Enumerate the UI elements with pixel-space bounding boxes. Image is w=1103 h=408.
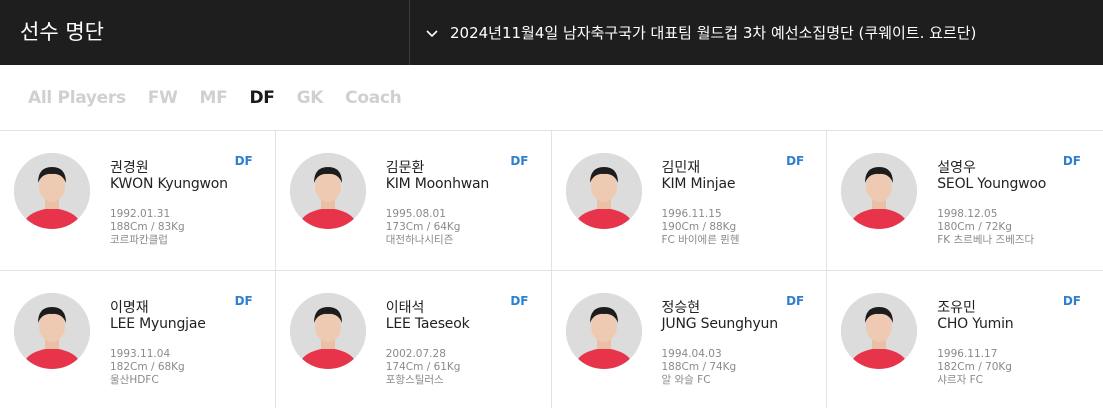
player-card[interactable]: DF 김문환 KIM Moonhwan 1995.08.01 173Cm / 6… [275,131,552,271]
player-korean-name: 이태석 [385,300,425,316]
player-card[interactable]: DF 이명재 LEE Myungjae 1993.11.04 182Cm / 6… [0,271,276,408]
player-korean-name: 설영우 [937,160,976,176]
player-club: 샤르자 FC [937,374,983,386]
player-card[interactable]: DF 정승현 JUNG Seunghyun 1994.04.03 188Cm /… [552,271,828,408]
tab-df[interactable]: DF [249,88,274,108]
player-height-weight: 174Cm / 61Kg [385,361,461,373]
player-english-name: KIM Moonhwan [385,176,490,192]
player-photo [841,293,918,369]
player-club: 포항스틸러스 [385,374,444,386]
position-filter-tabs: All Players FW MF DF GK Coach [0,65,1103,130]
player-photo [289,153,366,229]
tab-mf[interactable]: MF [200,88,228,108]
page-title: 선수 명단 [0,0,410,65]
player-club: 코르파칸클럽 [110,234,168,246]
tab-all-players[interactable]: All Players [28,88,126,108]
position-badge: DF [234,294,253,308]
tab-gk[interactable]: GK [297,88,324,108]
player-height-weight: 188Cm / 74Kg [661,361,737,373]
position-badge: DF [1062,294,1081,308]
player-birthdate: 2002.07.28 [385,348,446,360]
tab-coach[interactable]: Coach [345,88,402,108]
position-badge: DF [786,154,805,168]
player-english-name: KWON Kyungwon [110,176,228,192]
position-badge: DF [510,294,529,308]
player-card[interactable]: DF 권경원 KWON Kyungwon 1992.01.31 188Cm / … [0,131,276,271]
player-card[interactable]: DF 조유민 CHO Yumin 1996.11.17 182Cm / 70Kg… [827,271,1103,408]
position-badge: DF [786,294,805,308]
player-card[interactable]: DF 설영우 SEOL Youngwoo 1998.12.05 180Cm / … [827,131,1103,271]
player-photo [565,293,642,369]
player-info: 1995.08.01 173Cm / 64Kg 대전하나시티즌 [386,208,461,247]
player-birthdate: 1996.11.15 [661,208,722,220]
player-korean-name: 김민재 [661,160,701,176]
position-badge: DF [234,154,253,168]
player-height-weight: 180Cm / 72Kg [937,221,1012,233]
player-club: 알 와슬 FC [661,374,711,386]
player-height-weight: 173Cm / 64Kg [385,221,461,233]
player-photo [14,153,90,229]
player-info: 1992.01.31 188Cm / 83Kg 코르파칸클럽 [110,208,185,247]
chevron-down-icon [424,25,440,41]
player-info: 1996.11.17 182Cm / 70Kg 샤르자 FC [937,348,1012,387]
tab-fw[interactable]: FW [148,88,178,108]
player-club: 대전하나시티즌 [385,234,454,246]
player-club: FK 츠르베나 즈베즈다 [937,234,1035,246]
player-info: 1996.11.15 190Cm / 88Kg FC 바이에른 뮌헨 [662,208,740,247]
player-card[interactable]: DF 이태석 LEE Taeseok 2002.07.28 174Cm / 61… [276,271,552,408]
player-photo [14,293,90,369]
player-height-weight: 182Cm / 70Kg [937,361,1012,373]
squad-selector[interactable]: 2024년11월4일 남자축구국가 대표팀 월드컵 3차 예선소집명단 (쿠웨이… [410,0,1103,65]
player-height-weight: 190Cm / 88Kg [661,221,737,233]
player-card[interactable]: DF 김민재 KIM Minjae 1996.11.15 190Cm / 88K… [551,131,828,271]
player-korean-name: 김문환 [385,160,425,176]
player-korean-name: 조유민 [937,300,976,316]
player-height-weight: 182Cm / 68Kg [110,361,185,373]
player-korean-name: 정승현 [661,300,701,316]
player-birthdate: 1993.11.04 [110,348,171,360]
position-badge: DF [510,154,529,168]
player-photo [565,153,642,229]
player-height-weight: 188Cm / 83Kg [110,221,185,233]
player-birthdate: 1996.11.17 [937,348,998,360]
player-photo [289,293,366,369]
header-bar: 선수 명단 2024년11월4일 남자축구국가 대표팀 월드컵 3차 예선소집명… [0,0,1103,65]
player-korean-name: 권경원 [110,160,149,176]
player-english-name: JUNG Seunghyun [661,316,779,332]
player-info: 1994.04.03 188Cm / 74Kg 알 와슬 FC [662,348,737,387]
player-club: FC 바이에른 뮌헨 [661,234,740,246]
player-korean-name: 이명재 [110,300,149,316]
player-grid: DF 권경원 KWON Kyungwon 1992.01.31 188Cm / … [0,130,1103,408]
player-info: 1998.12.05 180Cm / 72Kg FK 츠르베나 즈베즈다 [937,208,1034,247]
player-info: 2002.07.28 174Cm / 61Kg 포항스틸러스 [386,348,461,387]
player-english-name: SEOL Youngwoo [937,176,1047,192]
player-english-name: LEE Taeseok [385,316,470,332]
player-english-name: CHO Yumin [937,316,1014,332]
player-birthdate: 1998.12.05 [937,208,998,220]
player-birthdate: 1992.01.31 [110,208,171,220]
player-english-name: KIM Minjae [661,176,736,192]
player-club: 울산HDFC [110,374,159,386]
player-english-name: LEE Myungjae [110,316,206,332]
squad-selector-label: 2024년11월4일 남자축구국가 대표팀 월드컵 3차 예선소집명단 (쿠웨이… [450,24,977,42]
player-photo [841,153,918,229]
position-badge: DF [1062,154,1081,168]
player-birthdate: 1994.04.03 [661,348,722,360]
player-info: 1993.11.04 182Cm / 68Kg 울산HDFC [110,348,185,387]
player-birthdate: 1995.08.01 [385,208,446,220]
